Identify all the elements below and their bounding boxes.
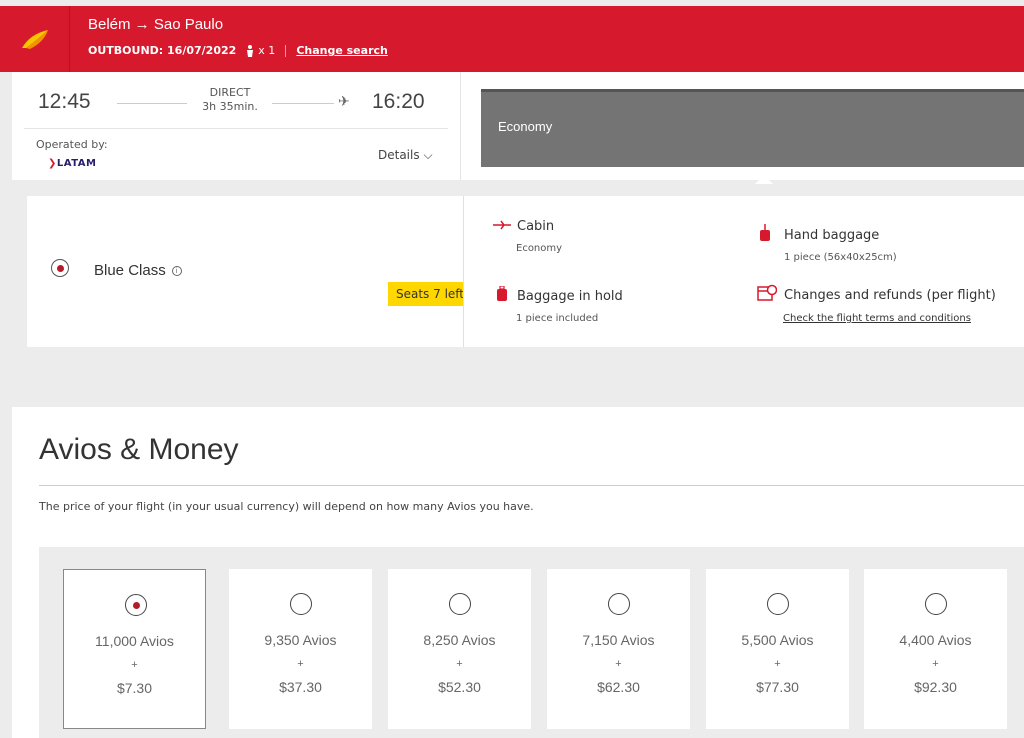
flight-terms-link[interactable]: Check the flight terms and conditions [783,313,971,324]
avios-options: 11,000 Avios + $7.30 9,350 Avios + $37.3… [39,547,1024,738]
cabin-value: Economy [516,243,563,254]
hand-baggage-title: Hand baggage [784,228,880,243]
option-radio[interactable] [290,593,312,615]
option-avios: 11,000 Avios [95,633,174,649]
iberia-logo-icon [21,30,48,49]
option-radio[interactable] [608,593,630,615]
radio-dot [56,264,64,272]
operator-logo: ❯LATAM [48,158,96,169]
section-title: Avios & Money [39,433,239,466]
fare-name: Blue Class i [94,262,182,279]
passenger-count-label: x 1 [258,44,276,57]
chevron-down-icon: ⌵ [423,148,433,162]
option-money: $52.30 [438,679,481,695]
option-plus: + [456,658,463,670]
fare-name-label: Blue Class [94,262,166,279]
avios-option[interactable]: 8,250 Avios + $52.30 [388,569,531,729]
cabin-title: Cabin [517,219,555,234]
option-plus: + [774,658,781,670]
section-description: The price of your flight (in your usual … [39,500,534,513]
hand-baggage-icon [760,224,770,246]
option-radio[interactable] [767,593,789,615]
option-radio[interactable] [925,593,947,615]
option-avios: 7,150 Avios [582,632,655,648]
option-money: $62.30 [597,679,640,695]
option-plus: + [131,659,138,671]
tab-pointer [755,175,773,184]
option-money: $77.30 [756,679,799,695]
divider [24,128,448,129]
cabin-tab-economy[interactable]: Economy [481,89,1024,167]
option-avios: 4,400 Avios [899,632,972,648]
arrival-time: 16:20 [372,90,425,113]
option-money: $37.30 [279,679,322,695]
latam-mark-icon: ❯ [48,158,57,169]
baggage-hold-icon [497,285,507,306]
timeline-right [272,103,334,104]
option-plus: + [932,658,939,670]
option-plus: + [615,658,622,670]
cabin-tab-label: Economy [498,119,553,134]
divider [39,485,1024,486]
divider [460,72,461,180]
option-money: $7.30 [116,680,153,696]
person-icon [247,44,254,57]
radio-dot [132,601,140,609]
seats-left-badge: Seats 7 left [388,282,464,306]
flight-type: DIRECT 3h 35min. [190,86,270,114]
top-header: Belém → Sao Paulo OUTBOUND: 16/07/2022 x… [0,6,1024,72]
route-title: Belém → Sao Paulo [88,16,224,33]
option-plus: + [297,658,304,670]
fare-radio-selected[interactable] [51,259,69,277]
option-avios: 8,250 Avios [423,632,496,648]
option-avios: 5,500 Avios [741,632,814,648]
divider [463,196,464,347]
calendar-clock-icon [757,284,778,306]
details-label: Details [378,148,420,162]
avios-option[interactable]: 4,400 Avios + $92.30 [864,569,1007,729]
flight-duration: 3h 35min. [202,100,258,113]
airline-logo[interactable] [0,6,70,72]
passenger-count: x 1 [246,44,275,57]
details-toggle[interactable]: Details ⌵ [378,148,433,163]
option-money: $92.30 [914,679,957,695]
operator-name: LATAM [56,158,97,169]
flight-info: 12:45 DIRECT 3h 35min. ✈ 16:20 Operated … [12,72,460,180]
avios-option[interactable]: 7,150 Avios + $62.30 [547,569,690,729]
option-avios: 9,350 Avios [264,632,337,648]
info-icon[interactable]: i [171,266,182,277]
avios-money-section: Avios & Money The price of your flight (… [12,407,1024,738]
plane-icon: ✈ [338,94,350,110]
hold-baggage-value: 1 piece included [516,313,599,324]
plane-seat-icon [493,218,511,234]
flight-type-label: DIRECT [209,86,251,99]
option-radio[interactable] [449,593,471,615]
hold-baggage-title: Baggage in hold [517,289,623,304]
operated-by-label: Operated by: [36,138,108,151]
fare-option-panel: Blue Class i Seats 7 left Cabin Economy B… [27,196,1024,347]
tab-top-bar [481,89,1024,92]
change-search-link[interactable]: Change search [296,44,388,57]
avios-option[interactable]: 9,350 Avios + $37.30 [229,569,372,729]
avios-option[interactable]: 5,500 Avios + $77.30 [706,569,849,729]
avios-option[interactable]: 11,000 Avios + $7.30 [63,569,206,729]
timeline-left [117,103,187,104]
option-radio[interactable] [125,594,147,616]
outbound-date: OUTBOUND: 16/07/2022 [88,44,237,57]
divider [285,44,287,57]
hand-baggage-value: 1 piece (56x40x25cm) [784,252,897,263]
departure-time: 12:45 [38,90,91,113]
search-summary: OUTBOUND: 16/07/2022 x 1 Change search [88,44,388,57]
changes-refunds-title: Changes and refunds (per flight) [784,288,996,303]
